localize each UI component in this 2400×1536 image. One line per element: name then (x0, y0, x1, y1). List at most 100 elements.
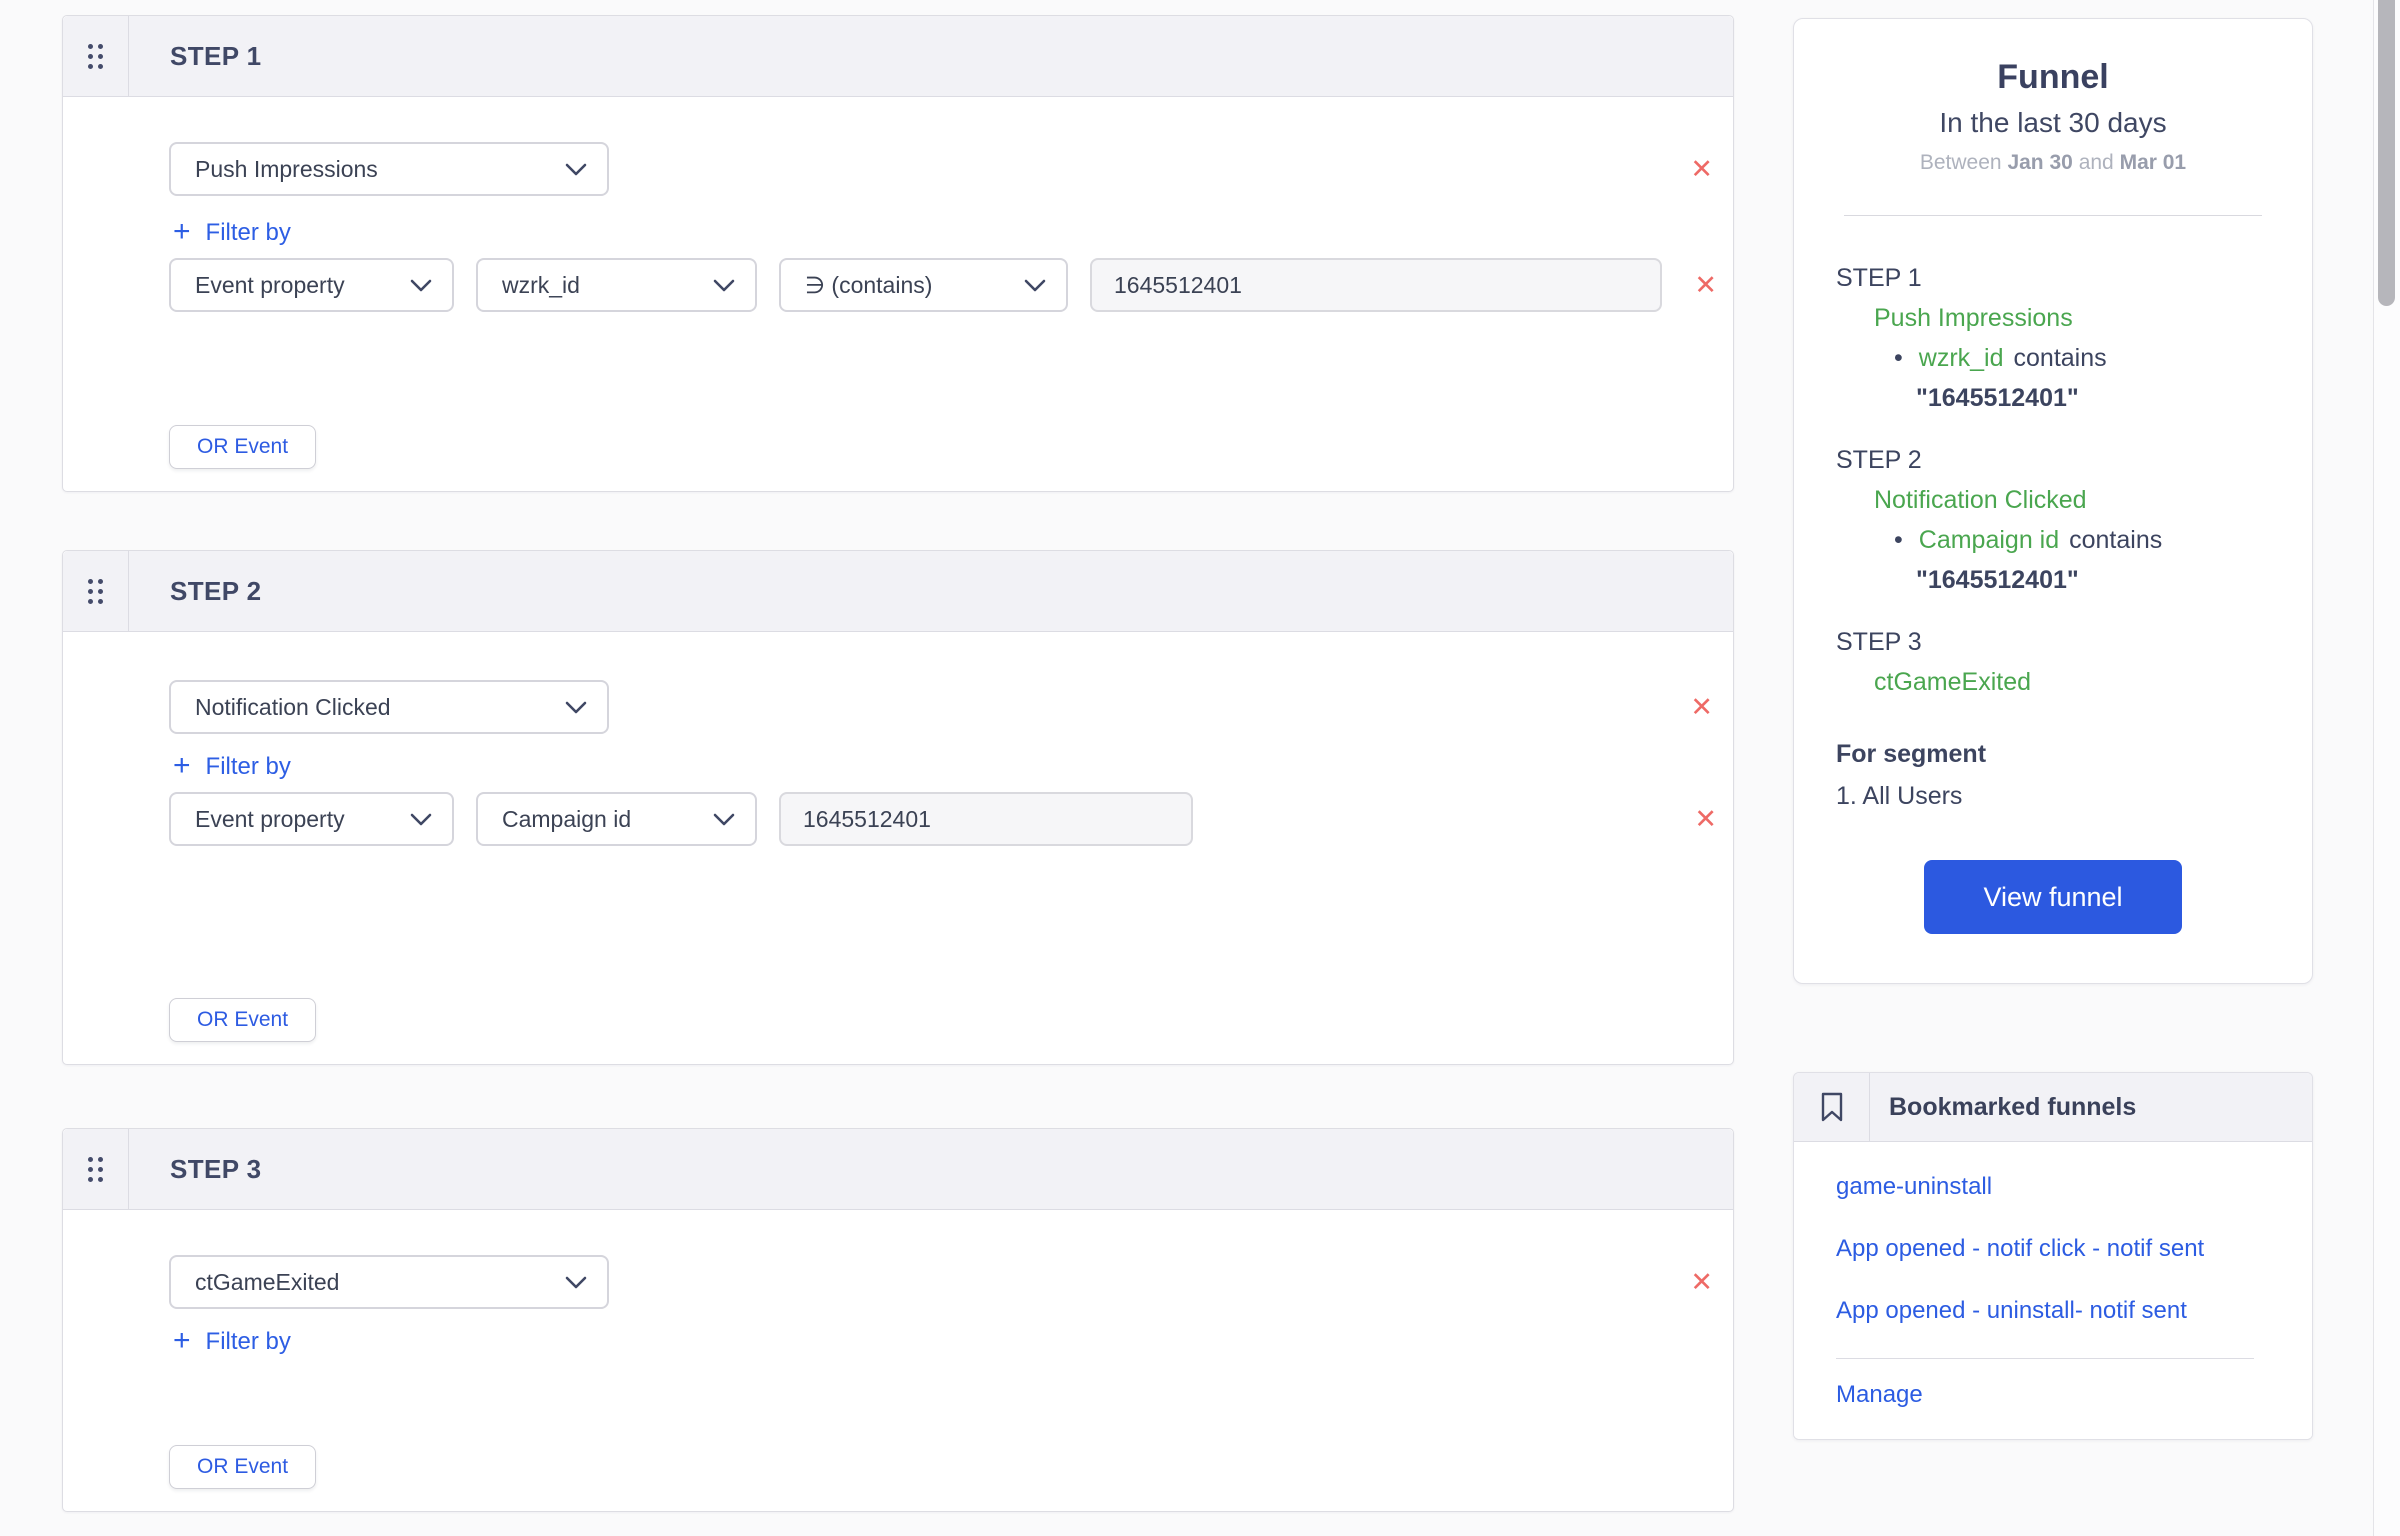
funnel-summary-sidebar: Funnel In the last 30 days Between Jan 3… (1793, 18, 2313, 1440)
filter-property-select[interactable]: Campaign id (476, 792, 757, 846)
filter-by-label: Filter by (205, 753, 291, 780)
step-title: STEP 3 (170, 1153, 262, 1184)
summary-step-event: Notification Clicked (1874, 486, 2087, 514)
chevron-down-icon (565, 1276, 587, 1288)
event-select[interactable]: Notification Clicked (169, 680, 609, 734)
event-row: Notification Clicked ✕ (169, 680, 1733, 734)
filter-value-input[interactable] (1090, 258, 1662, 312)
divider (1844, 215, 2262, 216)
chevron-down-icon (713, 813, 735, 825)
for-segment-label: For segment (1836, 740, 1987, 768)
funnel-between-dates: Between Jan 30 and Mar 01 (1794, 151, 2312, 175)
or-event-button[interactable]: OR Event (169, 998, 317, 1042)
divider (1836, 1358, 2254, 1359)
drag-handle-dots-icon (88, 1156, 103, 1182)
drag-handle[interactable] (63, 1129, 129, 1209)
start-date: Jan 30 (2007, 151, 2073, 174)
summary-filter-verb: contains (2013, 344, 2107, 372)
add-filter-link[interactable]: + Filter by (173, 749, 291, 782)
remove-filter-icon[interactable]: ✕ (1694, 805, 1717, 833)
between-conjunction: and (2078, 151, 2114, 174)
drag-handle-dots-icon (88, 578, 103, 604)
event-select-value: ctGameExited (195, 1268, 340, 1295)
filter-type-select[interactable]: Event property (169, 258, 454, 312)
bookmarked-funnels-card: Bookmarked funnels game-uninstall App op… (1793, 1072, 2313, 1440)
or-event-button[interactable]: OR Event (169, 1445, 317, 1489)
summary-filter-value: "1645512401" (1916, 566, 2079, 594)
step-card-1: STEP 1 Push Impressions ✕ + Filter by Ev… (62, 15, 1734, 492)
step-title: STEP 1 (170, 40, 262, 71)
summary-filter-line: • wzrk_id contains (1836, 338, 2284, 378)
summary-step-event: ctGameExited (1874, 668, 2032, 696)
filter-by-label: Filter by (205, 1328, 291, 1355)
funnel-summary-card: Funnel In the last 30 days Between Jan 3… (1793, 18, 2313, 984)
step-card-3: STEP 3 ctGameExited ✕ + Filter by OR Eve… (62, 1128, 1734, 1512)
chevron-down-icon (410, 279, 432, 291)
drag-handle[interactable] (63, 551, 129, 631)
summary-step-2: STEP 2 Notification Clicked • Campaign i… (1836, 440, 2284, 600)
summary-step-event: Push Impressions (1874, 304, 2073, 332)
chevron-down-icon (1024, 279, 1046, 291)
filter-operator-select[interactable]: ∋ (contains) (779, 258, 1068, 312)
event-select-value: Notification Clicked (195, 693, 391, 720)
plus-icon: + (173, 749, 191, 782)
summary-filter-property: Campaign id (1918, 526, 2060, 554)
between-prefix: Between (1919, 151, 2002, 174)
summary-step-label: STEP 3 (1836, 628, 1922, 656)
plus-icon: + (173, 1324, 191, 1357)
filter-property-select[interactable]: wzrk_id (476, 258, 757, 312)
filter-type-value: Event property (195, 271, 345, 298)
manage-bookmarks-link[interactable]: Manage (1836, 1381, 2254, 1409)
filter-by-label: Filter by (205, 219, 291, 246)
bullet-icon: • (1894, 526, 1903, 554)
filter-operator-value: ∋ (contains) (805, 271, 933, 298)
remove-filter-icon[interactable]: ✕ (1694, 271, 1717, 299)
filter-row: Event property wzrk_id ∋ (contains) ✕ (169, 258, 1733, 312)
remove-event-icon[interactable]: ✕ (1690, 155, 1713, 183)
bookmarked-funnel-link[interactable]: App opened - uninstall- notif sent (1836, 1292, 2254, 1330)
chevron-down-icon (565, 163, 587, 175)
step-3-body: ctGameExited ✕ + Filter by OR Event (63, 1210, 1733, 1511)
drag-handle[interactable] (63, 16, 129, 96)
summary-filter-verb: contains (2069, 526, 2163, 554)
funnel-steps-editor: STEP 1 Push Impressions ✕ + Filter by Ev… (62, 15, 1734, 1512)
remove-event-icon[interactable]: ✕ (1690, 1268, 1713, 1296)
bookmarked-funnel-link[interactable]: App opened - notif click - notif sent (1836, 1230, 2254, 1268)
chevron-down-icon (410, 813, 432, 825)
funnel-date-range: In the last 30 days (1939, 107, 2167, 138)
filter-property-value: wzrk_id (502, 271, 580, 298)
step-title: STEP 2 (170, 575, 262, 606)
filter-value-input[interactable] (779, 792, 1193, 846)
remove-event-icon[interactable]: ✕ (1690, 693, 1713, 721)
segment-value: 1. All Users (1836, 782, 1963, 810)
step-1-header: STEP 1 (63, 16, 1733, 97)
bookmarked-funnel-link[interactable]: game-uninstall (1836, 1168, 2254, 1206)
summary-filter-property: wzrk_id (1918, 344, 2004, 372)
vertical-scrollbar[interactable] (2373, 0, 2400, 1536)
event-select[interactable]: Push Impressions (169, 142, 609, 196)
end-date: Mar 01 (2119, 151, 2187, 174)
event-select-value: Push Impressions (195, 155, 378, 182)
view-funnel-button[interactable]: View funnel (1924, 860, 2182, 934)
step-2-body: Notification Clicked ✕ + Filter by Event… (63, 632, 1733, 1064)
bookmark-icon-cell (1794, 1073, 1870, 1141)
summary-filter-value: "1645512401" (1916, 384, 2079, 412)
add-filter-link[interactable]: + Filter by (173, 1324, 291, 1357)
add-filter-link[interactable]: + Filter by (173, 215, 291, 248)
scrollbar-thumb[interactable] (2378, 0, 2395, 306)
plus-icon: + (173, 215, 191, 248)
event-select[interactable]: ctGameExited (169, 1255, 609, 1309)
event-row: Push Impressions ✕ (169, 142, 1733, 196)
filter-type-select[interactable]: Event property (169, 792, 454, 846)
bookmark-icon (1821, 1092, 1842, 1122)
summary-step-3: STEP 3 ctGameExited (1836, 622, 2284, 702)
summary-step-label: STEP 1 (1836, 264, 1922, 292)
bookmarked-funnels-header: Bookmarked funnels (1794, 1073, 2312, 1142)
chevron-down-icon (713, 279, 735, 291)
or-event-button[interactable]: OR Event (169, 425, 317, 469)
funnel-title: Funnel (1997, 58, 2109, 96)
summary-step-label: STEP 2 (1836, 446, 1922, 474)
bookmarked-funnels-title: Bookmarked funnels (1889, 1092, 2137, 1121)
filter-type-value: Event property (195, 805, 345, 832)
summary-filter-line: • Campaign id contains (1836, 520, 2284, 560)
